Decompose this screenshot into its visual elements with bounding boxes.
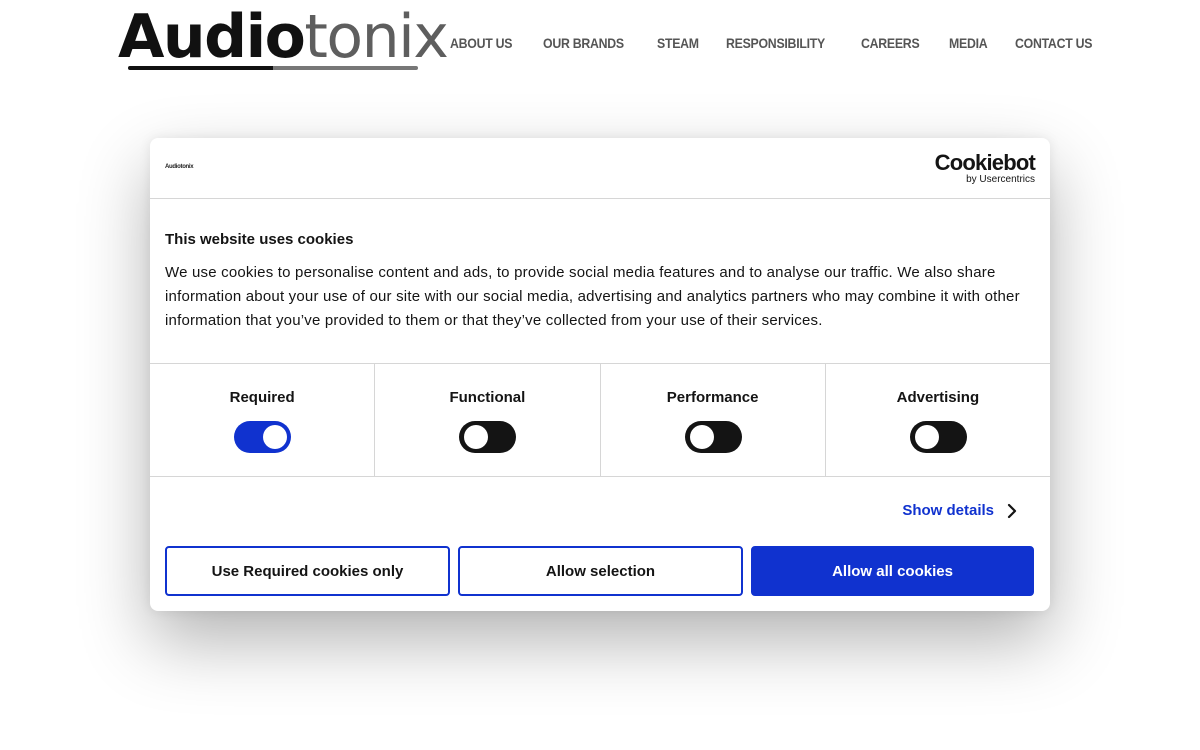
use-required-only-button[interactable]: Use Required cookies only [165, 546, 450, 596]
cookiebot-logo[interactable]: Cookiebot by Usercentrics [934, 150, 1036, 186]
dialog-site-logo: Audiotonix [165, 164, 194, 170]
toggle-label-required: Required [229, 389, 295, 406]
consent-toggles: Required Functional Performance Advertis… [150, 363, 1050, 477]
dialog-description: We use cookies to personalise content an… [165, 264, 1020, 329]
toggle-advertising[interactable] [909, 421, 967, 453]
toggle-functional[interactable] [459, 421, 517, 453]
toggle-label-functional: Functional [449, 389, 526, 406]
nav-about-us[interactable]: ABOUT US [450, 34, 512, 52]
toggle-cell-required: Required [150, 364, 376, 476]
nav-our-brands[interactable]: OUR BRANDS [543, 34, 624, 52]
dialog-header: Audiotonix Cookiebot by Usercentrics [150, 138, 1050, 199]
audiotonix-logo[interactable]: Audiotonix [118, 2, 449, 74]
logo-part-audio: Audio [118, 2, 306, 72]
main-nav: ABOUT US OUR BRANDS STEAM RESPONSIBILITY… [450, 34, 1124, 52]
toggle-required[interactable] [234, 421, 292, 453]
allow-selection-button[interactable]: Allow selection [458, 546, 743, 596]
toggle-knob [689, 425, 714, 449]
cookiebot-wordmark: Cookiebot [934, 150, 1036, 175]
toggle-performance[interactable] [684, 421, 742, 453]
toggle-knob [464, 425, 489, 449]
cookiebot-byline: by Usercentrics [966, 174, 1035, 185]
toggle-label-advertising: Advertising [896, 389, 980, 406]
show-details-link[interactable]: Show details [902, 501, 994, 521]
nav-contact-us[interactable]: CONTACT US [1015, 34, 1092, 52]
toggle-cell-functional: Functional [375, 364, 601, 476]
site-header: Audiotonix ABOUT US OUR BRANDS STEAM RES… [0, 0, 1200, 90]
logo-swoosh [128, 66, 418, 70]
nav-media[interactable]: MEDIA [949, 34, 988, 52]
logo-part-tonix: tonix [304, 2, 448, 72]
toggle-cell-performance: Performance [601, 364, 826, 476]
toggle-knob [263, 425, 288, 449]
chevron-right-icon[interactable] [1004, 503, 1020, 519]
dialog-title: This website uses cookies [165, 231, 354, 248]
cookie-consent-dialog: Audiotonix Cookiebot by Usercentrics Thi… [150, 138, 1050, 611]
toggle-knob [914, 425, 939, 449]
toggle-label-performance: Performance [666, 389, 759, 406]
allow-all-cookies-button[interactable]: Allow all cookies [751, 546, 1034, 596]
toggle-cell-advertising: Advertising [826, 364, 1050, 476]
nav-steam[interactable]: STEAM [657, 34, 699, 52]
nav-careers[interactable]: CAREERS [861, 34, 920, 52]
nav-responsibility[interactable]: RESPONSIBILITY [726, 34, 825, 52]
dialog-body: This website uses cookies We use cookies… [165, 230, 1037, 333]
